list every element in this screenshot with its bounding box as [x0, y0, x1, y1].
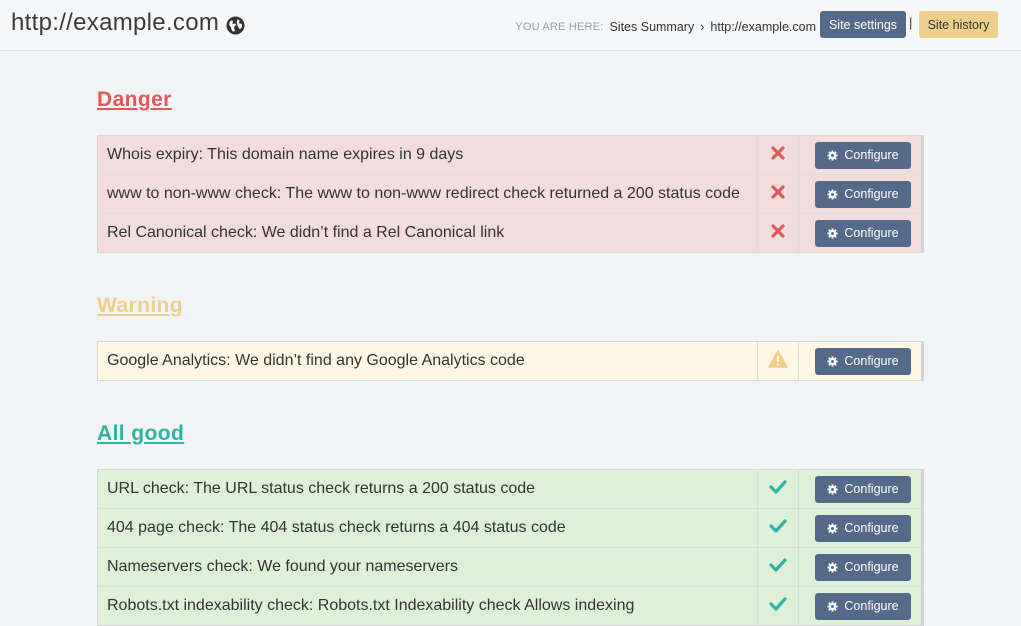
check-icon	[769, 596, 787, 616]
configure-button[interactable]: Configure	[815, 141, 911, 169]
configure-button[interactable]: Configure	[815, 180, 911, 208]
all-good-section-title[interactable]: All good	[97, 422, 184, 446]
gear-icon	[827, 149, 838, 161]
table-row: Robots.txt indexability check: Robots.tx…	[98, 587, 921, 625]
configure-label: Configure	[844, 187, 899, 201]
table-row: Google Analytics: We didn’t find any Goo…	[98, 342, 921, 380]
breadcrumb-current: http://example.com	[710, 20, 816, 34]
you-are-here-label: YOU ARE HERE:	[515, 21, 604, 33]
check-description: Google Analytics: We didn’t find any Goo…	[98, 342, 758, 380]
warning-section-title[interactable]: Warning	[97, 294, 183, 318]
configure-label: Configure	[844, 354, 899, 368]
table-row: www to non-www check: The www to non-www…	[98, 175, 921, 214]
table-row: Nameservers check: We found your nameser…	[98, 548, 921, 587]
check-icon	[769, 479, 787, 499]
configure-label: Configure	[844, 521, 899, 535]
globe-icon	[226, 14, 245, 35]
configure-button[interactable]: Configure	[815, 219, 911, 247]
breadcrumb-sites-summary[interactable]: Sites Summary	[609, 20, 694, 34]
warning-icon	[768, 349, 788, 373]
breadcrumb: YOU ARE HERE: Sites Summary › http://exa…	[515, 20, 816, 34]
configure-label: Configure	[844, 226, 899, 240]
table-row: URL check: The URL status check returns …	[98, 470, 921, 509]
check-description: Rel Canonical check: We didn’t find a Re…	[98, 214, 758, 252]
danger-table: Whois expiry: This domain name expires i…	[97, 135, 924, 253]
x-icon	[771, 184, 785, 204]
table-row: Whois expiry: This domain name expires i…	[98, 136, 921, 175]
check-description: URL check: The URL status check returns …	[98, 470, 758, 508]
gear-icon	[827, 355, 838, 367]
gear-icon	[827, 227, 838, 239]
configure-button[interactable]: Configure	[815, 553, 911, 581]
configure-button[interactable]: Configure	[815, 475, 911, 503]
configure-button[interactable]: Configure	[815, 347, 911, 375]
table-row: Rel Canonical check: We didn’t find a Re…	[98, 214, 921, 252]
configure-label: Configure	[844, 482, 899, 496]
configure-button[interactable]: Configure	[815, 514, 911, 542]
site-history-button[interactable]: Site history	[919, 11, 998, 38]
gear-icon	[827, 522, 838, 534]
configure-label: Configure	[844, 148, 899, 162]
gear-icon	[827, 188, 838, 200]
top-bar: http://example.com YOU ARE HERE: Sites S…	[0, 0, 1021, 51]
gear-icon	[827, 483, 838, 495]
check-icon	[769, 518, 787, 538]
breadcrumb-separator: ›	[700, 20, 705, 34]
check-icon	[769, 557, 787, 577]
table-row: 404 page check: The 404 status check ret…	[98, 509, 921, 548]
configure-label: Configure	[844, 599, 899, 613]
warning-table: Google Analytics: We didn’t find any Goo…	[97, 341, 924, 381]
danger-section-title[interactable]: Danger	[97, 88, 172, 112]
check-description: Whois expiry: This domain name expires i…	[98, 136, 758, 174]
check-description: 404 page check: The 404 status check ret…	[98, 509, 758, 547]
gear-icon	[827, 561, 838, 573]
site-settings-button[interactable]: Site settings	[820, 11, 906, 38]
gear-icon	[827, 600, 838, 612]
x-icon	[771, 145, 785, 165]
configure-label: Configure	[844, 560, 899, 574]
header-divider: |	[909, 15, 913, 30]
site-title: http://example.com	[11, 9, 245, 37]
check-description: Robots.txt indexability check: Robots.tx…	[98, 587, 758, 625]
all-good-table: URL check: The URL status check returns …	[97, 469, 924, 626]
check-description: www to non-www check: The www to non-www…	[98, 175, 758, 213]
configure-button[interactable]: Configure	[815, 592, 911, 620]
site-title-text: http://example.com	[11, 9, 220, 36]
check-description: Nameservers check: We found your nameser…	[98, 548, 758, 586]
x-icon	[771, 223, 785, 243]
